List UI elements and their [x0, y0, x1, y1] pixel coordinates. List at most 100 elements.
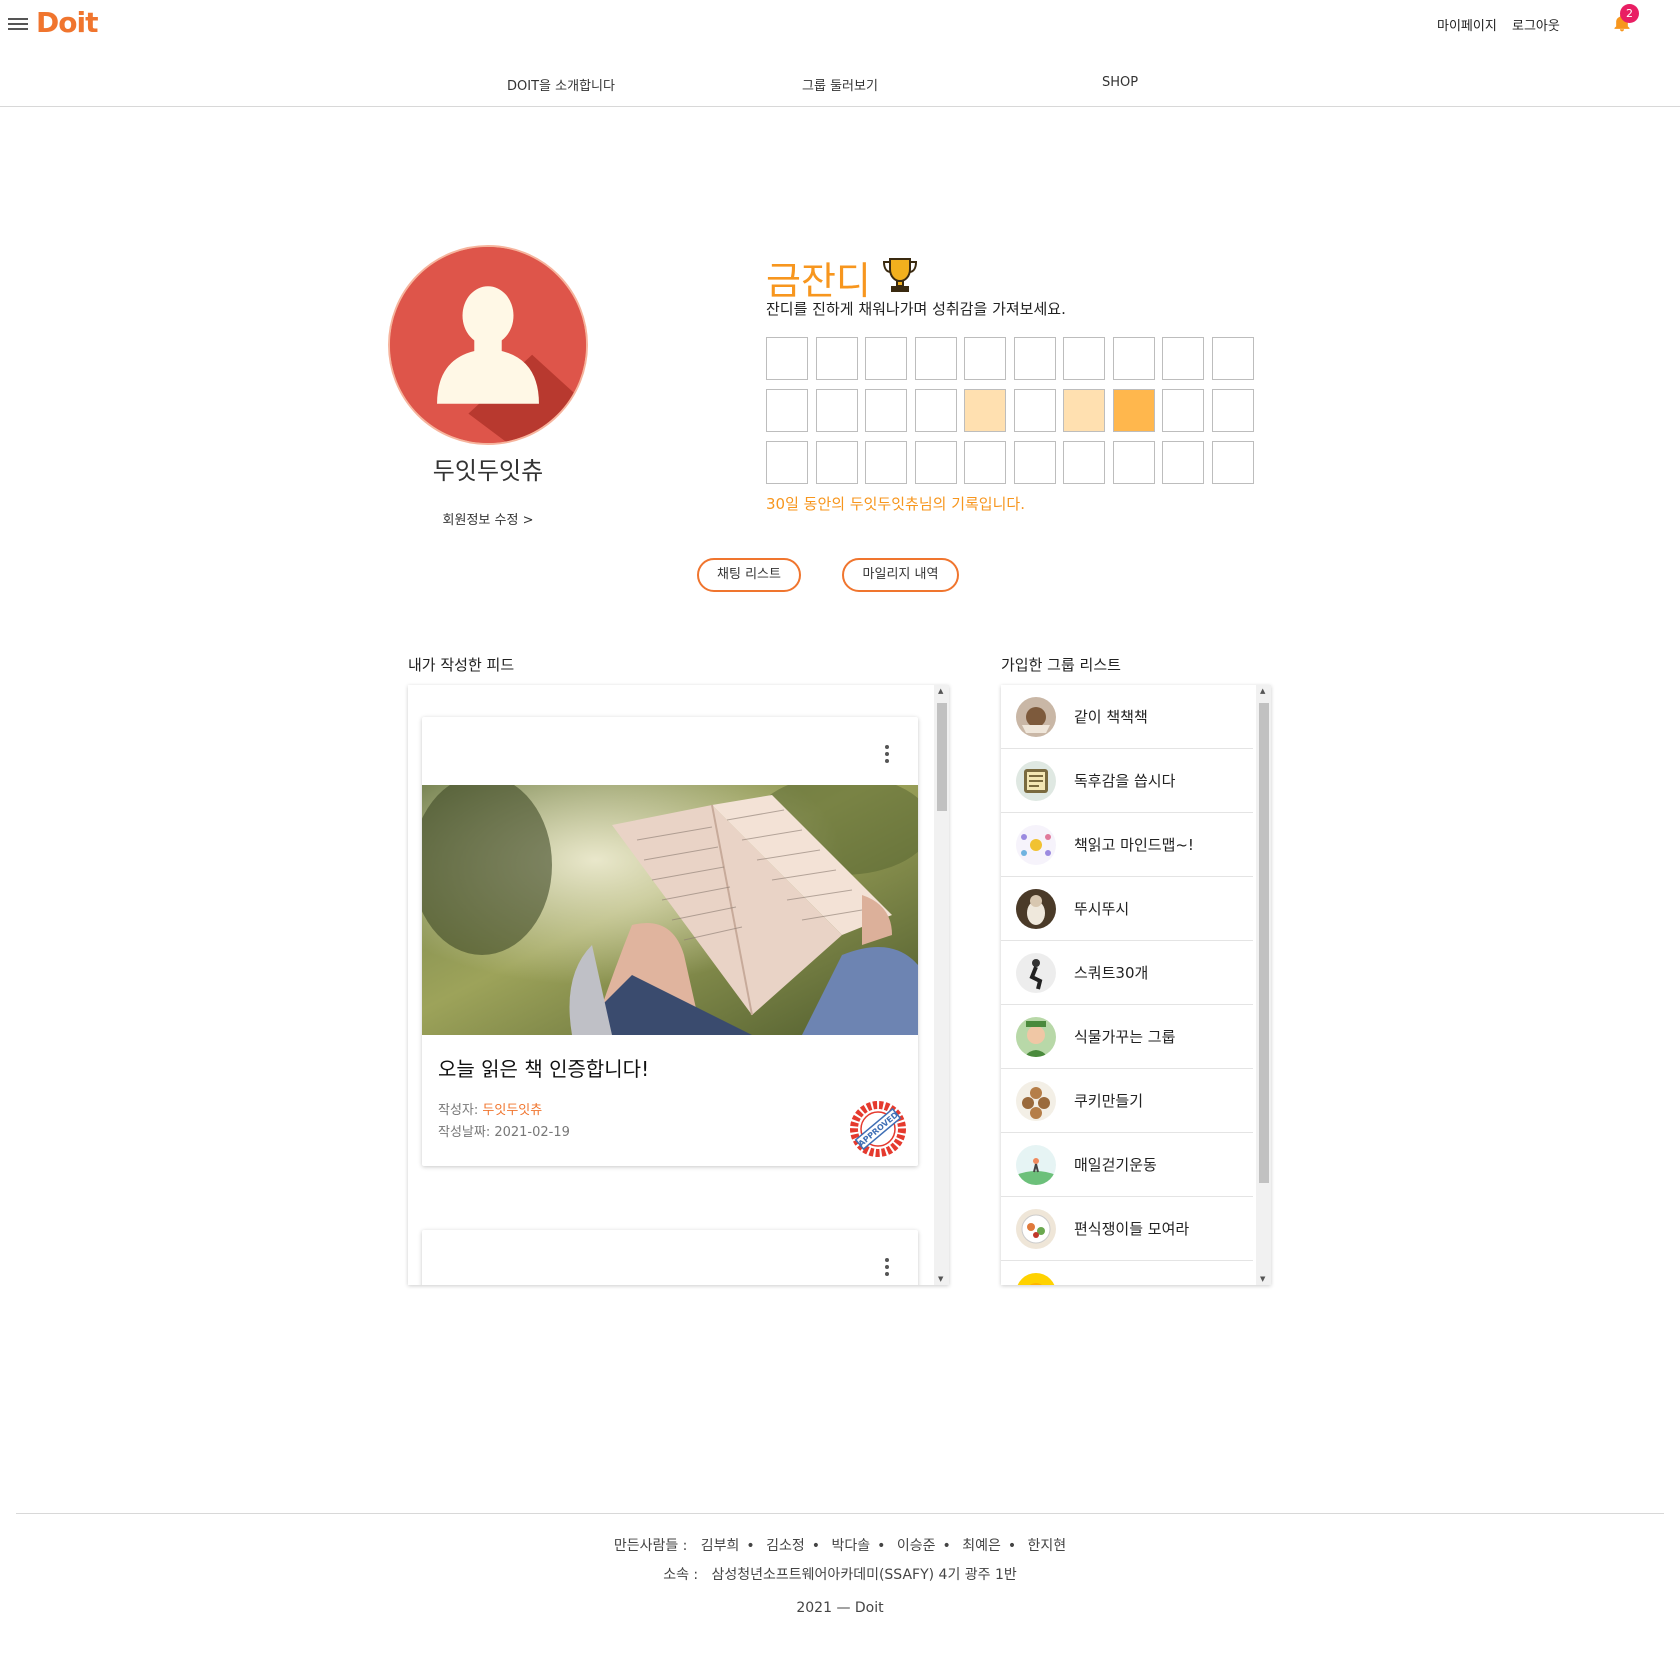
grass-cell	[1063, 389, 1105, 432]
footer-divider	[16, 1513, 1664, 1514]
chat-list-button[interactable]: 채팅 리스트	[697, 558, 801, 592]
group-list-item[interactable]: 매일걷기운동	[1001, 1133, 1253, 1197]
group-thumbnail	[1016, 1081, 1056, 1121]
group-thumbnail	[1016, 1209, 1056, 1249]
feed-scrollbar[interactable]: ▲ ▼	[934, 685, 949, 1285]
feed-author-name[interactable]: 두잇두잇츄	[482, 1103, 542, 1118]
feed-section-title: 내가 작성한 피드	[408, 656, 515, 674]
grass-cell	[1063, 441, 1105, 484]
notification-count-badge: 2	[1620, 4, 1639, 23]
profile-nickname: 두잇두잇츄	[432, 457, 544, 485]
doit-logo[interactable]: Doit	[36, 6, 98, 39]
group-name: 식물가꾸는 그룹	[1074, 1028, 1176, 1046]
group-name: 책읽고 마인드맵~!	[1074, 836, 1194, 854]
org-label: 소속 :	[663, 1567, 699, 1583]
grass-cell	[766, 337, 808, 380]
feed-card-date: 작성날짜: 2021-02-19	[438, 1125, 570, 1140]
grass-cell	[964, 389, 1006, 432]
group-thumbnail	[1016, 697, 1056, 737]
maker-name: 박다솔	[831, 1538, 871, 1554]
scrollbar-thumb[interactable]	[937, 703, 947, 811]
scrollbar-thumb[interactable]	[1259, 703, 1269, 1183]
grass-cell	[964, 441, 1006, 484]
maker-name: 최예은	[962, 1538, 1001, 1554]
feed-card[interactable]: 오늘 읽은 책 인증합니다! 작성자: 두잇두잇츄 작성날짜: 2021-02-…	[412, 717, 932, 1166]
grass-cell	[865, 441, 907, 484]
scroll-down-arrow-icon[interactable]: ▼	[938, 1275, 943, 1283]
group-name: 1일 1책보기	[1074, 1282, 1153, 1285]
grass-cell	[1211, 337, 1254, 380]
grass-cell	[766, 441, 808, 484]
group-name: 쿠키만들기	[1074, 1092, 1144, 1110]
grade-title: 금잔디	[766, 259, 871, 303]
scroll-up-arrow-icon[interactable]: ▲	[1260, 687, 1265, 695]
scroll-up-arrow-icon[interactable]: ▲	[938, 687, 943, 695]
feed-card-author: 작성자: 두잇두잇츄	[438, 1099, 542, 1118]
edit-profile-link[interactable]: 회원정보 수정 >	[443, 509, 534, 528]
group-list-item[interactable]: 식물가꾸는 그룹	[1001, 1005, 1253, 1069]
group-list[interactable]: 같이 책책책독후감을 씁시다책읽고 마인드맵~! 뚜시뚜시스쿼트30개식물가꾸는 …	[1001, 685, 1271, 1285]
grass-caption: 30일 동안의 두잇두잇츄님의 기록입니다.	[766, 495, 1025, 513]
scroll-down-arrow-icon[interactable]: ▼	[1260, 1275, 1265, 1283]
grass-cell	[1211, 389, 1254, 432]
makers-label: 만든사람들 :	[613, 1538, 688, 1554]
grass-cell	[1211, 441, 1254, 484]
grass-cell	[1013, 389, 1056, 432]
maker-name: 이승준	[896, 1538, 936, 1554]
nav-groups[interactable]: 그룹 둘러보기	[802, 75, 878, 94]
approved-stamp-icon: APPROVED	[850, 1101, 906, 1157]
trophy-icon	[880, 255, 920, 295]
group-thumbnail	[1016, 889, 1056, 929]
feed-list[interactable]: 오늘 읽은 책 인증합니다! 작성자: 두잇두잇츄 작성날짜: 2021-02-…	[408, 685, 949, 1285]
group-list-item[interactable]: 독후감을 씁시다	[1001, 749, 1253, 813]
group-list-item[interactable]: 편식쟁이들 모여라	[1001, 1197, 1253, 1261]
hamburger-menu-icon[interactable]	[8, 15, 28, 35]
footer-copyright: 2021 — Doit	[796, 1600, 884, 1616]
group-list-item[interactable]: 같이 책책책	[1001, 685, 1253, 749]
feed-photo	[412, 775, 932, 1035]
feed-card[interactable]	[422, 1230, 918, 1285]
grass-calendar	[766, 337, 1254, 484]
grass-cell	[815, 337, 858, 380]
grass-cell	[1013, 441, 1056, 484]
group-name: 독후감을 씁시다	[1074, 772, 1176, 790]
grass-cell	[865, 337, 907, 380]
maker-name: 김부희	[700, 1538, 740, 1554]
logout-link[interactable]: 로그아웃	[1512, 15, 1560, 34]
group-thumbnail	[1016, 1145, 1056, 1185]
grass-cell	[1162, 389, 1204, 432]
more-options-icon[interactable]	[884, 1258, 890, 1276]
group-list-item[interactable]: 뚜시뚜시	[1001, 877, 1253, 941]
group-list-item[interactable]: 1일 1책보기	[1001, 1261, 1253, 1285]
grass-cell	[964, 337, 1006, 380]
grass-cell	[914, 337, 957, 380]
more-options-icon[interactable]	[884, 745, 890, 763]
group-thumbnail	[1016, 761, 1056, 801]
group-list-item[interactable]: 책읽고 마인드맵~!	[1001, 813, 1253, 877]
group-thumbnail	[1016, 1273, 1056, 1285]
grade-description: 잔디를 진하게 채워나가며 성취감을 가져보세요.	[766, 300, 1066, 318]
group-list-item[interactable]: 쿠키만들기	[1001, 1069, 1253, 1133]
group-name: 같이 책책책	[1074, 708, 1148, 726]
nav-shop[interactable]: SHOP	[1102, 75, 1138, 90]
group-thumbnail	[1016, 825, 1056, 865]
group-scrollbar[interactable]: ▲ ▼	[1256, 685, 1271, 1285]
group-thumbnail	[1016, 1017, 1056, 1057]
group-name: 스쿼트30개	[1074, 964, 1149, 982]
grass-cell	[815, 441, 858, 484]
group-name: 뚜시뚜시	[1074, 900, 1130, 918]
group-thumbnail	[1016, 953, 1056, 993]
top-app-bar: Doit 마이페이지 로그아웃 2 DOIT을 소개합니다 그룹 둘러보기 SH…	[0, 0, 1680, 107]
grass-cell	[815, 389, 858, 432]
org-name: 삼성청년소프트웨어아카데미(SSAFY) 4기 광주 1반	[711, 1567, 1017, 1583]
groups-section-title: 가입한 그룹 리스트	[1001, 656, 1121, 674]
mileage-history-button[interactable]: 마일리지 내역	[842, 558, 959, 592]
grass-cell	[865, 389, 907, 432]
grass-cell	[914, 441, 957, 484]
group-list-item[interactable]: 스쿼트30개	[1001, 941, 1253, 1005]
nav-about[interactable]: DOIT을 소개합니다	[507, 75, 615, 94]
grass-cell	[1112, 389, 1155, 432]
group-name: 편식쟁이들 모여라	[1074, 1220, 1190, 1238]
mypage-link[interactable]: 마이페이지	[1437, 15, 1497, 34]
feed-card-title[interactable]: 오늘 읽은 책 인증합니다!	[438, 1053, 649, 1082]
